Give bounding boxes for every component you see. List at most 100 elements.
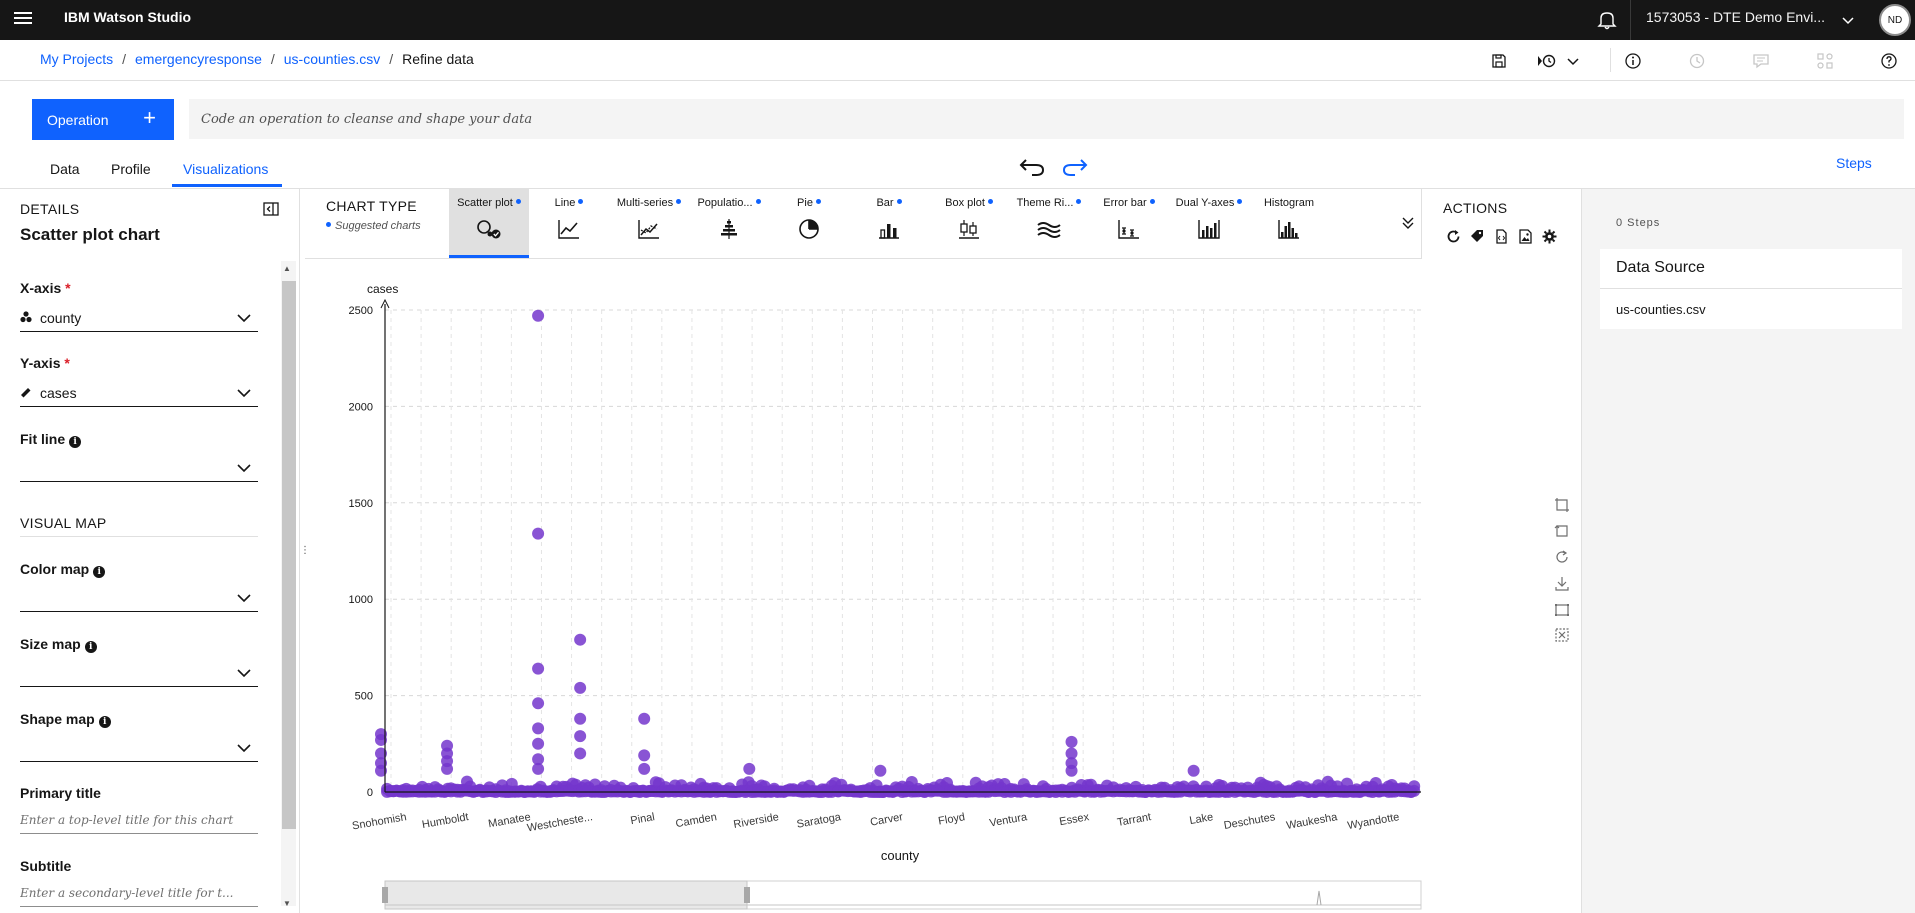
details-panel: DETAILS Scatter plot chart ▲ ▼ X-axis * … (0, 189, 300, 913)
subtitle-label: Subtitle (20, 858, 72, 874)
chart-type-pie[interactable]: Pie (769, 189, 849, 258)
tab-visualizations[interactable]: Visualizations (183, 161, 268, 177)
collapse-panel-icon[interactable] (262, 200, 280, 218)
breadcrumb-my-projects[interactable]: My Projects (40, 51, 113, 67)
user-avatar[interactable]: ND (1879, 4, 1911, 36)
data-zoom-slider[interactable] (382, 880, 1422, 910)
image-download-icon[interactable] (1518, 229, 1533, 244)
data-point (532, 309, 545, 322)
scrollbar-thumb[interactable] (282, 281, 296, 829)
data-source-file[interactable]: us-counties.csv (1616, 302, 1706, 317)
details-header: DETAILS (20, 201, 80, 217)
x-tick-label: Waukesha (1285, 811, 1339, 832)
notification-bell-icon[interactable] (1594, 7, 1620, 33)
subtitle-input[interactable]: Enter a secondary-level title for t... (20, 881, 258, 907)
data-point (574, 633, 587, 646)
data-point (532, 697, 545, 710)
operation-button[interactable]: Operation + (32, 99, 174, 140)
chart-type-histogram[interactable]: Histogram (1249, 189, 1329, 258)
data-source-card[interactable]: Data Source us-counties.csv (1600, 249, 1902, 329)
chart-type-box-plot[interactable]: Box plot (929, 189, 1009, 258)
undo-icon[interactable] (1018, 154, 1046, 178)
breadcrumb-separator: / (122, 51, 127, 67)
expand-chart-types-icon[interactable] (1401, 216, 1415, 230)
account-switcher[interactable]: 1573053 - DTE Demo Envi... (1646, 9, 1825, 25)
operation-code-input[interactable]: Code an operation to cleanse and shape y… (189, 99, 1904, 139)
data-point (574, 681, 587, 694)
size-map-label-text: Size map (20, 636, 81, 652)
data-point (1065, 735, 1078, 748)
chart-type-scatter[interactable]: Scatter plot (449, 189, 529, 258)
scatter-chart[interactable]: cases county 0 500 1000 1500 2000 2500 Snohomi… (305, 260, 1545, 913)
zoom-reset-icon[interactable] (1554, 523, 1570, 539)
run-history-icon[interactable] (1536, 52, 1558, 70)
data-source-title: Data Source (1616, 259, 1705, 276)
data-point (574, 747, 587, 760)
data-point (1408, 784, 1421, 797)
info-icon[interactable]: i (69, 436, 82, 448)
chart-type-label: Pie (769, 197, 849, 209)
size-map-select[interactable] (20, 661, 258, 687)
info-icon[interactable]: i (84, 641, 97, 653)
breadcrumb-project[interactable]: emergencyresponse (135, 51, 262, 67)
info-icon[interactable] (1624, 52, 1642, 70)
x-tick-label: Deschutes (1223, 811, 1277, 832)
redo-icon[interactable] (1061, 154, 1089, 178)
clear-selection-icon[interactable] (1554, 627, 1570, 643)
color-map-select[interactable] (20, 586, 258, 612)
chevron-down-icon (237, 594, 251, 603)
chart-type-line[interactable]: Line (529, 189, 609, 258)
required-mark: * (65, 280, 71, 296)
chart-type-bar[interactable]: Bar (849, 189, 929, 258)
fit-line-label-text: Fit line (20, 431, 66, 447)
scroll-down-icon[interactable]: ▼ (283, 899, 291, 908)
restore-icon[interactable] (1554, 549, 1570, 565)
x-axis-title: county (881, 848, 920, 863)
data-point (743, 762, 756, 775)
chart-type-theme-river[interactable]: Theme Ri... (1009, 189, 1089, 258)
chart-type-population[interactable]: Populatio... (689, 189, 769, 258)
panel-resize-handle[interactable]: ⋮ (300, 545, 310, 556)
save-icon[interactable] (1490, 52, 1508, 70)
fit-line-label: Fit line i (20, 431, 82, 448)
zoom-select-icon[interactable] (1554, 497, 1570, 513)
color-map-label-text: Color map (20, 561, 90, 577)
brush-rect-icon[interactable] (1554, 602, 1570, 618)
settings-gear-icon[interactable] (1542, 229, 1557, 244)
chart-type-label: Box plot (929, 197, 1009, 209)
chart-type-label: Dual Y-axes (1169, 197, 1249, 209)
categorical-icon (20, 311, 32, 323)
tab-data[interactable]: Data (50, 161, 80, 177)
hamburger-menu-icon[interactable] (14, 10, 32, 28)
chevron-down-icon (237, 464, 251, 473)
fit-line-select[interactable] (20, 456, 258, 482)
breadcrumb-file[interactable]: us-counties.csv (284, 51, 380, 67)
chart-type-error-bar[interactable]: Error bar (1089, 189, 1169, 258)
suggested-charts-legend: Suggested charts (326, 220, 421, 232)
steps-link[interactable]: Steps (1836, 155, 1872, 171)
x-tick-label: Ventura (989, 811, 1029, 830)
data-point (574, 712, 587, 725)
info-icon[interactable]: i (93, 566, 106, 578)
refresh-icon[interactable] (1446, 229, 1461, 244)
size-map-label: Size map i (20, 636, 97, 653)
chevron-down-icon[interactable] (1566, 52, 1580, 70)
shape-map-select[interactable] (20, 736, 258, 762)
tab-profile[interactable]: Profile (111, 161, 151, 177)
download-icon[interactable] (1554, 576, 1570, 592)
info-icon[interactable]: i (98, 716, 111, 728)
tag-icon[interactable] (1470, 229, 1485, 244)
help-icon[interactable] (1880, 52, 1898, 70)
code-file-icon[interactable] (1494, 229, 1509, 244)
primary-title-input[interactable]: Enter a top-level title for this chart (20, 808, 258, 834)
chart-type-dual-y-axes[interactable]: Dual Y-axes (1169, 189, 1249, 258)
x-axis-select[interactable]: county (20, 306, 258, 332)
product-name[interactable]: IBM Watson Studio (64, 9, 191, 25)
y-axis-select[interactable]: cases (20, 381, 258, 407)
visual-map-header: VISUAL MAP (20, 515, 107, 531)
y-tick-label: 2000 (349, 401, 373, 413)
chart-type-multi-series[interactable]: Multi-series (609, 189, 689, 258)
scroll-up-icon[interactable]: ▲ (283, 264, 291, 273)
comment-icon (1753, 54, 1769, 69)
chevron-down-icon[interactable] (1840, 12, 1856, 28)
